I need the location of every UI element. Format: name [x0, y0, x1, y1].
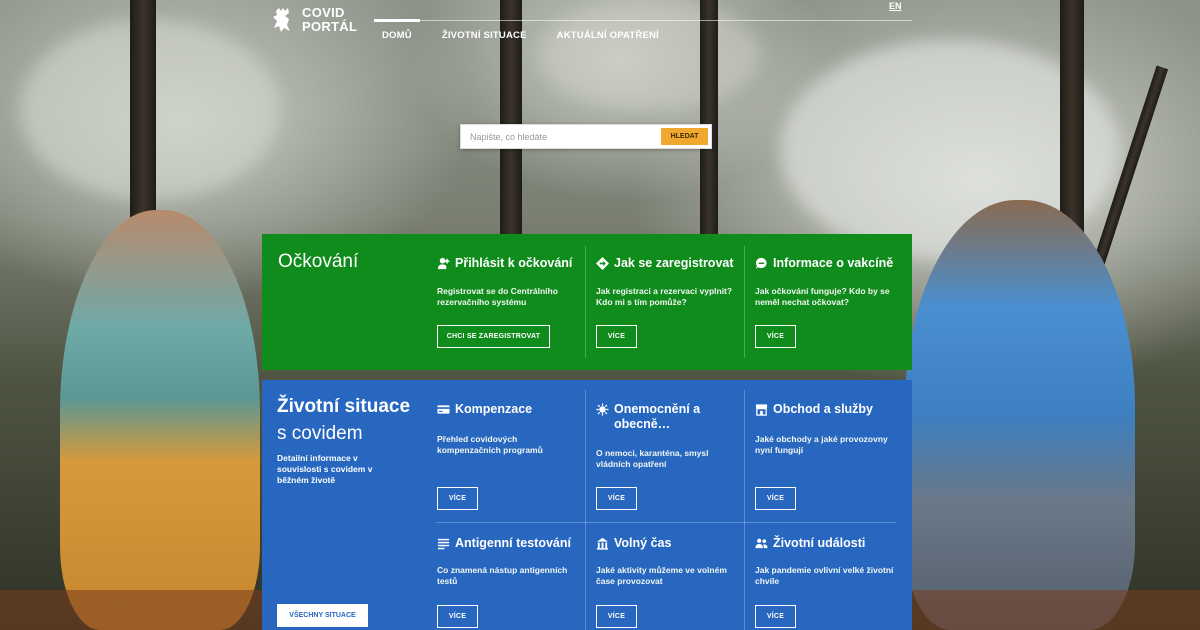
vaccination-register-desc: Registrovat se do Centrálního rezervační… [437, 286, 558, 307]
register-button[interactable]: CHCI SE ZAREGISTROVAT [437, 325, 550, 348]
vaccination-how-desc: Jak registraci a rezervaci vyplnit? Kdo … [596, 286, 733, 307]
building-icon [596, 537, 609, 550]
disease-desc: O nemoci, karanténa, smysl vládních opat… [596, 448, 709, 469]
nav-life-situations[interactable]: ŽIVOTNÍ SITUACE [442, 21, 527, 41]
life-item-disease: Onemocnění a obecně… O nemoci, karanténa… [596, 402, 736, 470]
vaccination-panel: Očkování Přihlásit k očkování Registrova… [262, 234, 912, 370]
vaccination-info-desc: Jak očkování funguje? Kdo by se neměl ne… [755, 286, 890, 307]
chat-icon [755, 257, 767, 270]
vaccination-how-title: Jak se zaregistrovat [614, 256, 734, 270]
compensation-more-button[interactable]: VÍCE [437, 487, 478, 510]
vaccination-info-title: Informace o vakcíně [773, 256, 894, 270]
compensation-desc: Přehled covidových kompenzačních program… [437, 434, 543, 455]
life-item-life-events: Životní události Jak pandemie ovlivní ve… [755, 536, 900, 587]
nav-home[interactable]: DOMŮ [374, 19, 420, 41]
card-icon [437, 405, 450, 414]
life-events-title: Životní události [773, 536, 866, 550]
all-situations-button[interactable]: VŠECHNY SITUACE [277, 604, 368, 627]
people-icon [755, 538, 768, 549]
life-item-compensation: Kompenzace Přehled covidových kompenzačn… [437, 402, 577, 456]
shop-icon [755, 404, 768, 416]
vaccination-title: Očkování [278, 251, 359, 272]
compensation-title: Kompenzace [455, 402, 533, 416]
search-bar: HLEDAT [460, 124, 712, 149]
logo-line2: PORTÁL [302, 19, 358, 34]
site-logo[interactable]: COVID PORTÁL [270, 6, 357, 34]
life-title-bold: Životní situace [277, 396, 411, 417]
main-nav: DOMŮ ŽIVOTNÍ SITUACE AKTUÁLNÍ OPATŘENÍ [374, 19, 912, 41]
free-time-more-button[interactable]: VÍCE [596, 605, 637, 628]
free-time-desc: Jaké aktivity můžeme ve volném čase prov… [596, 565, 727, 586]
diamond-arrow-icon [596, 257, 609, 270]
shops-title: Obchod a služby [773, 402, 874, 416]
search-button[interactable]: HLEDAT [661, 128, 708, 145]
vaccination-register-title: Přihlásit k očkování [455, 256, 573, 270]
nav-current-measures[interactable]: AKTUÁLNÍ OPATŘENÍ [557, 21, 659, 41]
life-item-free-time: Volný čas Jaké aktivity můžeme ve volném… [596, 536, 736, 587]
free-time-title: Volný čas [614, 536, 672, 550]
how-register-more-button[interactable]: VÍCE [596, 325, 637, 348]
shops-desc: Jaké obchody a jaké provozovny nyní fung… [755, 434, 888, 455]
antigen-testing-title: Antigenní testování [455, 536, 571, 550]
antigen-testing-more-button[interactable]: VÍCE [437, 605, 478, 628]
life-item-antigen-testing: Antigenní testování Co znamená nástup an… [437, 536, 582, 587]
language-switch-en[interactable]: EN [889, 1, 902, 11]
virus-icon [596, 403, 609, 416]
vaccine-info-more-button[interactable]: VÍCE [755, 325, 796, 348]
life-events-desc: Jak pandemie ovlivní velké životní chvíl… [755, 565, 894, 586]
life-events-more-button[interactable]: VÍCE [755, 605, 796, 628]
logo-line1: COVID [302, 5, 345, 20]
life-situations-panel: Životní situace s covidem Detailní infor… [262, 380, 912, 630]
life-item-shops: Obchod a služby Jaké obchody a jaké prov… [755, 402, 900, 456]
life-description: Detailní informace v souvislosti s covid… [277, 453, 373, 485]
shops-more-button[interactable]: VÍCE [755, 487, 796, 510]
disease-more-button[interactable]: VÍCE [596, 487, 637, 510]
vaccination-col-vaccine-info: Informace o vakcíně Jak očkování funguje… [755, 256, 905, 308]
search-input[interactable] [461, 125, 651, 148]
user-plus-icon [437, 257, 450, 270]
antigen-testing-desc: Co znamená nástup antigenních testů [437, 565, 568, 586]
list-icon [437, 538, 450, 550]
lion-crest-icon [273, 8, 290, 32]
vaccination-col-register: Přihlásit k očkování Registrovat se do C… [437, 256, 577, 308]
life-title-light: s covidem [277, 423, 363, 444]
disease-title: Onemocnění a obecně… [614, 402, 701, 431]
vaccination-col-how-register: Jak se zaregistrovat Jak registraci a re… [596, 256, 741, 308]
